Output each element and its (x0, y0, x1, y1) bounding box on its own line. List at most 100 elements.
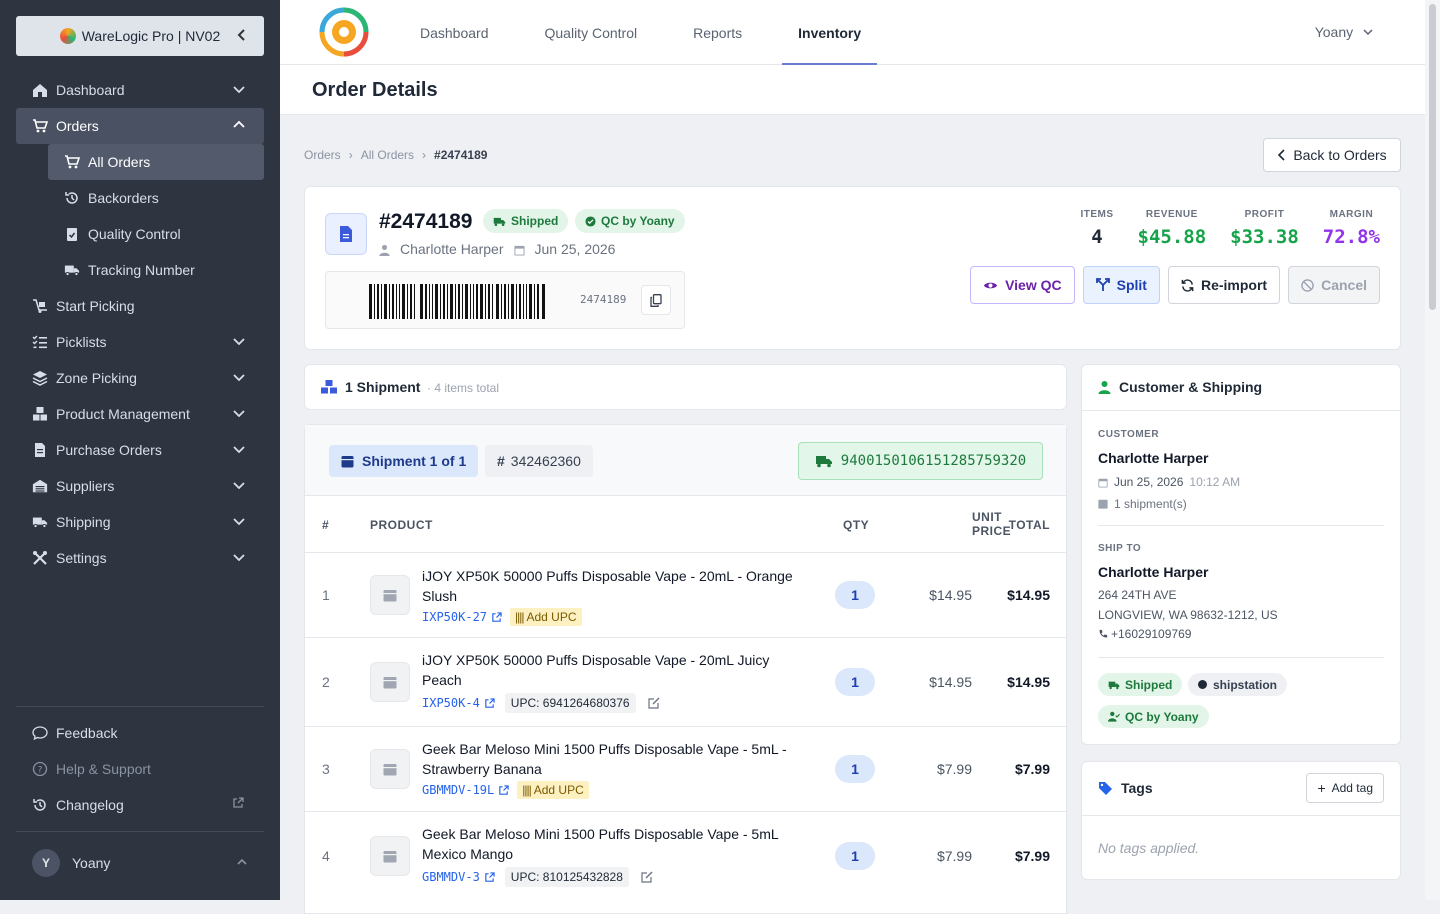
customer-name[interactable]: Charlotte Harper (1098, 450, 1208, 466)
shipments-header: 1 Shipment · 4 items total (304, 364, 1067, 410)
col-unit-price-line1: UNIT (972, 510, 1002, 524)
tags-card: Tags + Add tag No tags applied. (1081, 761, 1401, 880)
sidebar-item-label: Feedback (56, 725, 118, 741)
view-qc-button[interactable]: View QC (970, 266, 1075, 304)
scrollbar-thumb[interactable] (1429, 4, 1436, 310)
sidebar-item-product-management[interactable]: Product Management (16, 396, 264, 432)
list-check-icon (32, 334, 48, 350)
collapse-sidebar-icon[interactable] (236, 28, 248, 42)
sidebar-item-zone-picking[interactable]: Zone Picking (16, 360, 264, 396)
table-row[interactable]: 3 Geek Bar Meloso Mini 1500 Puffs Dispos… (305, 727, 1066, 812)
shipment-id: 342462360 (510, 453, 581, 469)
stat-value: $33.38 (1230, 226, 1299, 248)
tracking-number[interactable]: 9400150106151285759320 (798, 442, 1043, 480)
chevron-down-icon (232, 478, 248, 494)
edit-icon[interactable] (647, 697, 660, 709)
ship-to-address-line2: LONGVIEW, WA 98632-1212, US (1098, 608, 1278, 622)
chevron-down-icon (1363, 27, 1373, 37)
chevron-down-icon (232, 406, 248, 422)
add-upc-label: Add UPC (533, 783, 584, 797)
breadcrumb-orders[interactable]: Orders (304, 148, 341, 162)
sku-link[interactable]: GBMMDV-3 (422, 870, 480, 884)
reimport-button[interactable]: Re-import (1167, 266, 1281, 304)
cancel-order-button[interactable]: Cancel (1288, 266, 1380, 304)
customer-order-date: Jun 25, 2026 10:12 AM (1098, 475, 1240, 489)
sidebar-item-label: Tracking Number (88, 262, 195, 278)
sku-link[interactable]: GBMMDV-19L (422, 783, 494, 797)
user-menu[interactable]: Yoany (1315, 24, 1373, 40)
tab-inventory[interactable]: Inventory (782, 0, 878, 65)
add-tag-button[interactable]: + Add tag (1306, 773, 1384, 803)
table-row[interactable]: 4 Geek Bar Meloso Mini 1500 Puffs Dispos… (305, 812, 1066, 901)
brand-switcher[interactable]: WareLogic Pro | NV02 (16, 16, 264, 56)
external-link-icon[interactable] (484, 697, 495, 709)
plus-icon: + (1317, 780, 1326, 796)
tools-icon (32, 550, 48, 566)
cart-icon (64, 154, 80, 170)
sidebar-item-all-orders[interactable]: All Orders (48, 144, 264, 180)
sidebar-item-shipping[interactable]: Shipping (16, 504, 264, 540)
stat-label: REVENUE (1145, 209, 1198, 220)
breadcrumb-all-orders[interactable]: All Orders (361, 148, 414, 162)
tab-dashboard[interactable]: Dashboard (404, 0, 505, 65)
stat-label: ITEMS (1080, 209, 1114, 220)
split-label: Split (1116, 277, 1147, 293)
back-to-orders-button[interactable]: Back to Orders (1263, 138, 1401, 172)
sidebar-item-changelog[interactable]: Changelog (16, 787, 264, 823)
ship-to-address-line1: 264 24TH AVE (1098, 588, 1177, 602)
line-total: $14.95 (1007, 674, 1050, 690)
split-button[interactable]: Split (1082, 266, 1160, 304)
copy-button[interactable] (641, 285, 671, 315)
tag-badge-shipstation: shipstation (1188, 673, 1288, 696)
barcode-icon: |||| (515, 610, 525, 624)
user-icon (379, 241, 390, 257)
sku-link[interactable]: IXP50K-27 (422, 610, 487, 624)
barcode-icon: |||| (522, 783, 532, 797)
qty-badge: 1 (835, 842, 875, 870)
tab-reports[interactable]: Reports (677, 0, 758, 65)
sidebar-item-purchase-orders[interactable]: Purchase Orders (16, 432, 264, 468)
external-link-icon[interactable] (484, 871, 495, 883)
orders-submenu: All Orders Backorders Quality Control Tr… (16, 144, 264, 288)
order-time-value: 10:12 AM (1189, 475, 1241, 489)
sidebar-item-start-picking[interactable]: Start Picking (16, 288, 264, 324)
edit-icon[interactable] (641, 871, 653, 883)
sidebar-item-settings[interactable]: Settings (16, 540, 264, 576)
sku-link[interactable]: IXP50K-4 (422, 696, 480, 710)
chevron-down-icon (232, 550, 248, 566)
add-upc-button[interactable]: |||| Add UPC (510, 608, 582, 626)
sidebar-item-label: All Orders (88, 154, 151, 170)
tab-quality-control[interactable]: Quality Control (529, 0, 654, 65)
product-name[interactable]: Geek Bar Meloso Mini 1500 Puffs Disposab… (422, 739, 812, 779)
sidebar-item-dashboard[interactable]: Dashboard (16, 72, 264, 108)
ship-to-phone: +16029109769 (1098, 627, 1191, 641)
stat-margin: MARGIN 72.8% (1323, 209, 1380, 248)
product-name[interactable]: iJOY XP50K 50000 Puffs Disposable Vape -… (422, 566, 812, 606)
table-row[interactable]: 2 iJOY XP50K 50000 Puffs Disposable Vape… (305, 638, 1066, 727)
external-link-icon[interactable] (491, 611, 502, 623)
sidebar-item-quality-control[interactable]: Quality Control (48, 216, 264, 252)
sidebar-item-suppliers[interactable]: Suppliers (16, 468, 264, 504)
qty-badge: 1 (835, 755, 875, 783)
tracking-number-value: 9400150106151285759320 (840, 453, 1027, 469)
back-to-orders-label: Back to Orders (1293, 147, 1387, 163)
order-actions: View QC Split Re-import Cancel (970, 266, 1380, 304)
sidebar-item-backorders[interactable]: Backorders (48, 180, 264, 216)
product-name[interactable]: Geek Bar Meloso Mini 1500 Puffs Disposab… (422, 824, 812, 864)
app-logo[interactable] (318, 6, 370, 58)
sidebar-item-picklists[interactable]: Picklists (16, 324, 264, 360)
sidebar-user-menu[interactable]: Y Yoany (16, 831, 264, 893)
barcode-text: 2474189 (580, 293, 627, 306)
unit-price: $7.99 (936, 761, 972, 777)
sidebar-item-help-support[interactable]: ? Help & Support (16, 751, 264, 787)
add-upc-label: Add UPC (526, 610, 577, 624)
sidebar-item-feedback[interactable]: Feedback (16, 715, 264, 751)
page-title: Order Details (312, 79, 438, 101)
sidebar-item-orders[interactable]: Orders (16, 108, 264, 144)
add-upc-button[interactable]: |||| Add UPC (517, 781, 589, 799)
sidebar-item-tracking-number[interactable]: Tracking Number (48, 252, 264, 288)
product-name[interactable]: iJOY XP50K 50000 Puffs Disposable Vape -… (422, 650, 812, 690)
external-link-icon[interactable] (498, 784, 509, 796)
table-row[interactable]: 1 iJOY XP50K 50000 Puffs Disposable Vape… (305, 553, 1066, 638)
warehouse-icon (32, 478, 48, 494)
